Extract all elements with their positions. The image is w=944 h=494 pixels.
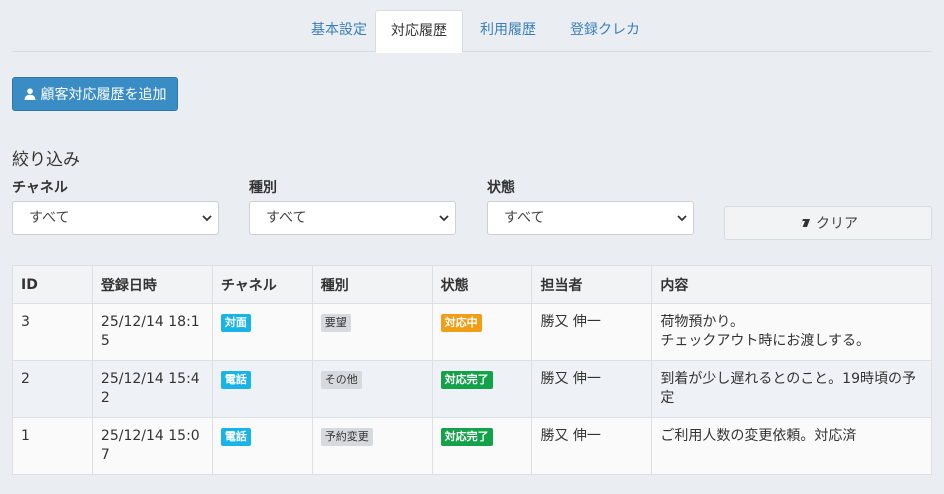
header-type: 種別	[311, 265, 433, 304]
chevron-down-icon	[439, 215, 449, 222]
tab-support-history[interactable]: 対応履歴	[375, 10, 463, 53]
add-button-label: 顧客対応履歴を追加	[40, 87, 167, 103]
tab-usage-history[interactable]: 利用履歴	[468, 10, 548, 52]
table-row[interactable]: 3 25/12/14 18:1 5 対面 要望 対応中 勝又 伸一 荷物預かり。チ…	[12, 303, 932, 361]
cell-status: 対応中	[431, 303, 533, 361]
channel-badge: 電話	[220, 428, 251, 446]
cell-datetime: 25/12/14 15:4 2	[91, 360, 213, 418]
cell-type: 予約変更	[311, 417, 433, 475]
tab-registered-card[interactable]: 登録クレカ	[560, 10, 650, 52]
clear-filter-button[interactable]: クリア	[724, 206, 932, 240]
type-badge: 予約変更	[320, 428, 373, 446]
cell-channel: 電話	[211, 417, 313, 475]
cell-content: 到着が少し遅れるとのこと。19時頃の予定	[651, 360, 932, 418]
status-badge: 対応完了	[440, 371, 493, 389]
chevron-down-icon	[677, 215, 687, 222]
cell-status: 対応完了	[431, 360, 533, 418]
user-icon	[24, 88, 35, 100]
tab-bar: 基本設定 対応履歴 利用履歴 登録クレカ	[12, 10, 932, 53]
type-badge: 要望	[320, 314, 351, 332]
cell-type: その他	[311, 360, 433, 418]
type-badge: その他	[320, 371, 362, 389]
cell-content: ご利用人数の変更依頼。対応済	[651, 417, 932, 475]
cell-staff: 勝又 伸一	[531, 303, 653, 361]
cell-staff: 勝又 伸一	[531, 360, 653, 418]
header-datetime: 登録日時	[91, 265, 213, 304]
filter-title: 絞り込み	[12, 150, 80, 170]
header-status: 状態	[431, 265, 533, 304]
status-badge: 対応中	[440, 314, 482, 332]
channel-filter-label: チャネル	[12, 180, 68, 196]
eraser-icon	[800, 219, 810, 227]
table-row[interactable]: 1 25/12/14 15:0 7 電話 予約変更 対応完了 勝又 伸一 ご利用人…	[12, 417, 932, 475]
add-support-history-button[interactable]: 顧客対応履歴を追加	[12, 77, 178, 111]
status-filter-label: 状態	[487, 180, 515, 196]
cell-content: 荷物預かり。 チェックアウト時にお渡しする。	[651, 303, 932, 361]
header-id: ID	[12, 265, 93, 304]
cell-channel: 対面	[211, 303, 313, 361]
support-history-table: ID 登録日時 チャネル 種別 状態 担当者 内容 3 25/12/14 18:…	[12, 265, 932, 475]
channel-filter-value: すべて	[29, 210, 70, 226]
cell-datetime: 25/12/14 15:0 7	[91, 417, 213, 475]
cell-staff: 勝又 伸一	[531, 417, 653, 475]
channel-badge: 対面	[220, 314, 251, 332]
header-staff: 担当者	[531, 265, 653, 304]
cell-id: 2	[12, 360, 93, 418]
type-filter-value: すべて	[266, 210, 307, 226]
status-badge: 対応完了	[440, 428, 493, 446]
cell-datetime: 25/12/14 18:1 5	[91, 303, 213, 361]
status-filter-select[interactable]: すべて	[487, 201, 694, 235]
status-filter-value: すべて	[504, 210, 545, 226]
table-row[interactable]: 2 25/12/14 15:4 2 電話 その他 対応完了 勝又 伸一 到着が少し…	[12, 360, 932, 418]
channel-badge: 電話	[220, 371, 251, 389]
header-channel: チャネル	[211, 265, 313, 304]
channel-filter-select[interactable]: すべて	[12, 201, 219, 235]
tab-basic-settings[interactable]: 基本設定	[289, 10, 389, 52]
cell-id: 1	[12, 417, 93, 475]
clear-button-label: クリア	[816, 216, 858, 232]
cell-channel: 電話	[211, 360, 313, 418]
cell-type: 要望	[311, 303, 433, 361]
cell-id: 3	[12, 303, 93, 361]
cell-status: 対応完了	[431, 417, 533, 475]
type-filter-label: 種別	[249, 180, 277, 196]
header-content: 内容	[651, 265, 932, 304]
type-filter-select[interactable]: すべて	[249, 201, 456, 235]
chevron-down-icon	[202, 215, 212, 222]
table-header-row: ID 登録日時 チャネル 種別 状態 担当者 内容	[12, 265, 932, 304]
